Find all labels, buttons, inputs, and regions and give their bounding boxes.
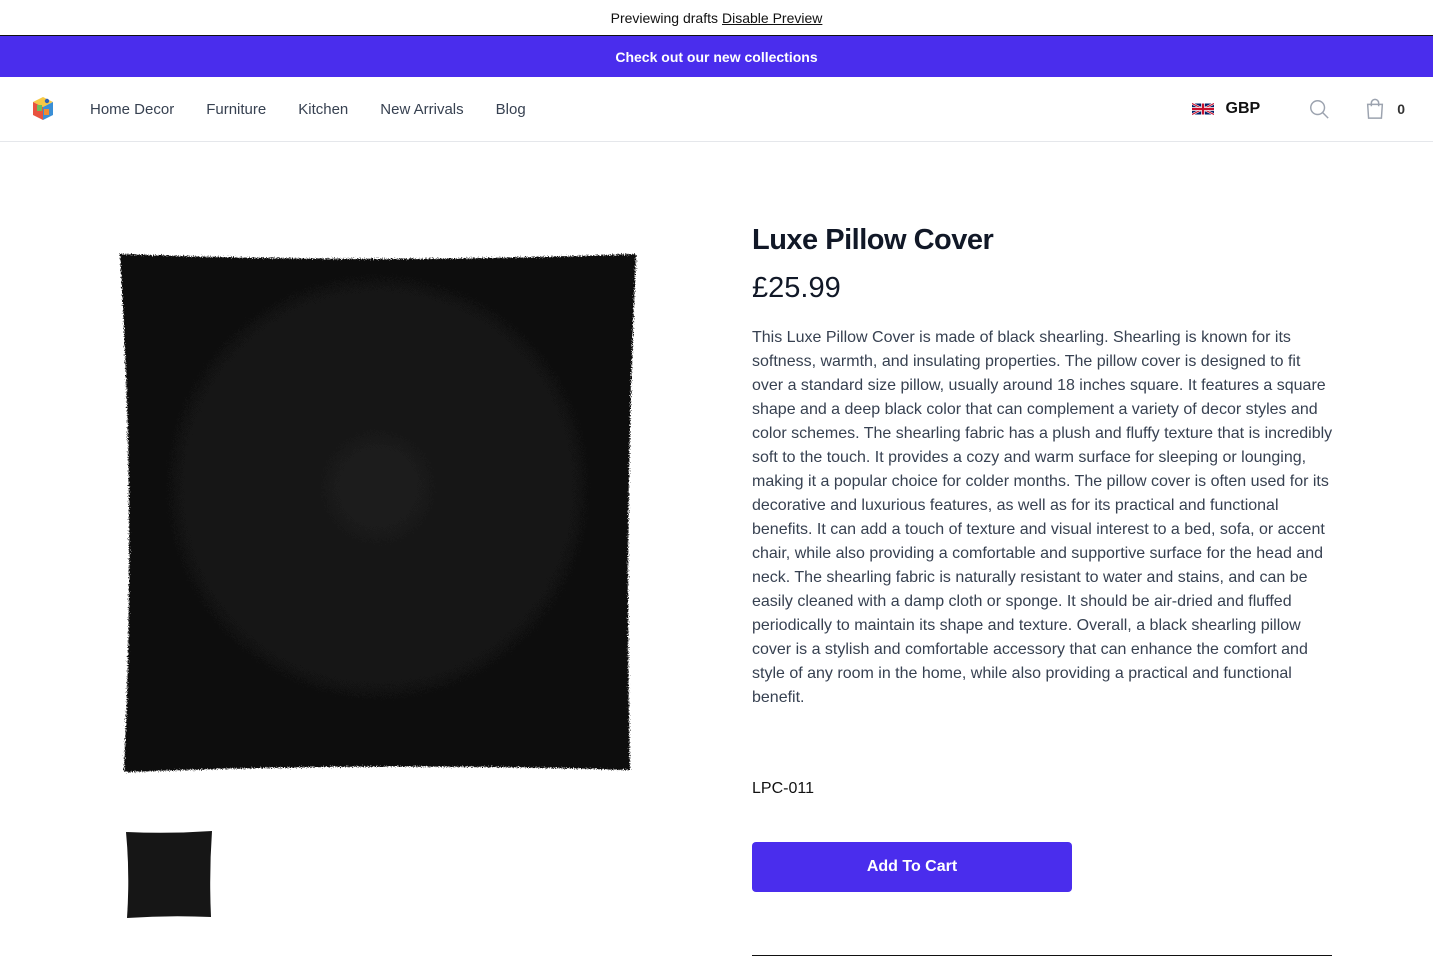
search-icon[interactable] (1308, 98, 1330, 120)
store-logo-icon[interactable] (28, 94, 58, 124)
cart-count: 0 (1397, 101, 1405, 117)
main-navigation: Home Decor Furniture Kitchen New Arrival… (0, 77, 1433, 142)
product-sku: LPC-011 (752, 780, 814, 797)
promo-text: Check out our new collections (615, 48, 818, 65)
product-title: Luxe Pillow Cover (752, 224, 994, 256)
product-section: Luxe Pillow Cover £25.99 This Luxe Pillo… (0, 142, 1433, 958)
disable-preview-link[interactable]: Disable Preview (722, 10, 822, 26)
section-divider (752, 955, 1332, 956)
nav-link-home-decor[interactable]: Home Decor (90, 101, 174, 118)
nav-link-kitchen[interactable]: Kitchen (298, 101, 348, 118)
product-info: Luxe Pillow Cover £25.99 This Luxe Pillo… (752, 222, 1333, 956)
add-to-cart-button[interactable]: Add To Cart (752, 842, 1072, 892)
preview-text: Previewing drafts (610, 9, 718, 26)
nav-link-furniture[interactable]: Furniture (206, 101, 266, 118)
nav-link-new-arrivals[interactable]: New Arrivals (380, 101, 463, 118)
preview-bar: Previewing drafts Disable Preview (0, 0, 1433, 36)
product-thumbnail[interactable] (123, 828, 215, 920)
nav-actions: GBP 0 (1191, 98, 1405, 120)
promo-banner[interactable]: Check out our new collections (0, 36, 1433, 77)
nav-link-blog[interactable]: Blog (496, 101, 526, 118)
product-description: This Luxe Pillow Cover is made of black … (752, 329, 1333, 706)
cart-button[interactable]: 0 (1364, 98, 1405, 120)
currency-label: GBP (1225, 100, 1261, 117)
shopping-bag-icon (1367, 98, 1384, 119)
product-price: £25.99 (752, 272, 841, 304)
product-main-image[interactable] (108, 242, 648, 782)
currency-selector[interactable]: GBP (1191, 100, 1261, 118)
uk-flag-icon (1191, 102, 1214, 116)
nav-links: Home Decor Furniture Kitchen New Arrival… (90, 101, 558, 118)
